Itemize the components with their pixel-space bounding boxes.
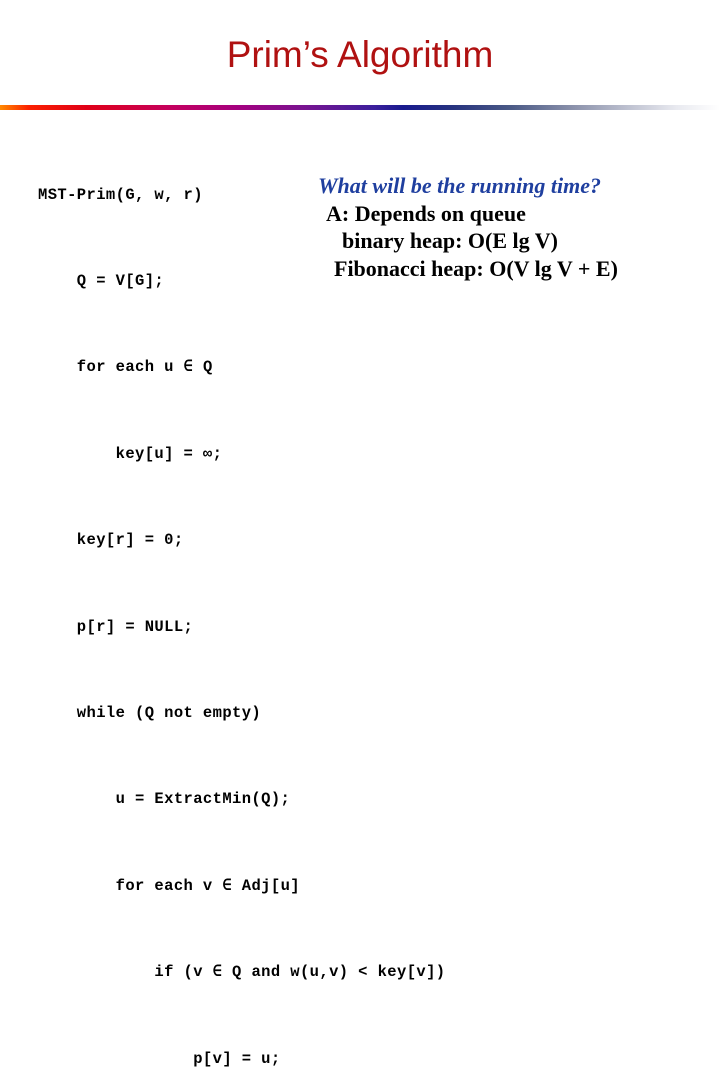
code-line: for each u ∈ Q [38, 358, 213, 377]
code-line: for each v ∈ Adj[u] [38, 876, 300, 895]
running-time-annotation: What will be the running time? A: Depend… [318, 172, 720, 282]
code-line: p[v] = u; [38, 1049, 281, 1068]
code-line: key[u] = ∞; [38, 444, 223, 463]
annotation-binary-heap: binary heap: O(E lg V) [342, 228, 558, 253]
code-line: while (Q not empty) [38, 703, 262, 722]
annotation-answer: A: Depends on queue [326, 200, 526, 226]
annotation-question: What will be the running time? [318, 173, 602, 198]
code-line: key[r] = 0; [38, 531, 184, 550]
code-line: p[r] = NULL; [38, 617, 194, 636]
code-line: u = ExtractMin(Q); [38, 790, 291, 809]
page-title: Prim’s Algorithm [226, 34, 494, 75]
title-gradient-divider [0, 105, 720, 110]
code-line: if (v ∈ Q and w(u,v) < key[v]) [38, 963, 446, 982]
annotation-fibonacci-heap: Fibonacci heap: O(V lg V + E) [334, 255, 618, 281]
slide-canvas: Prim’s Algorithm MST-Prim(G, w, r) Q = V… [0, 0, 720, 1068]
